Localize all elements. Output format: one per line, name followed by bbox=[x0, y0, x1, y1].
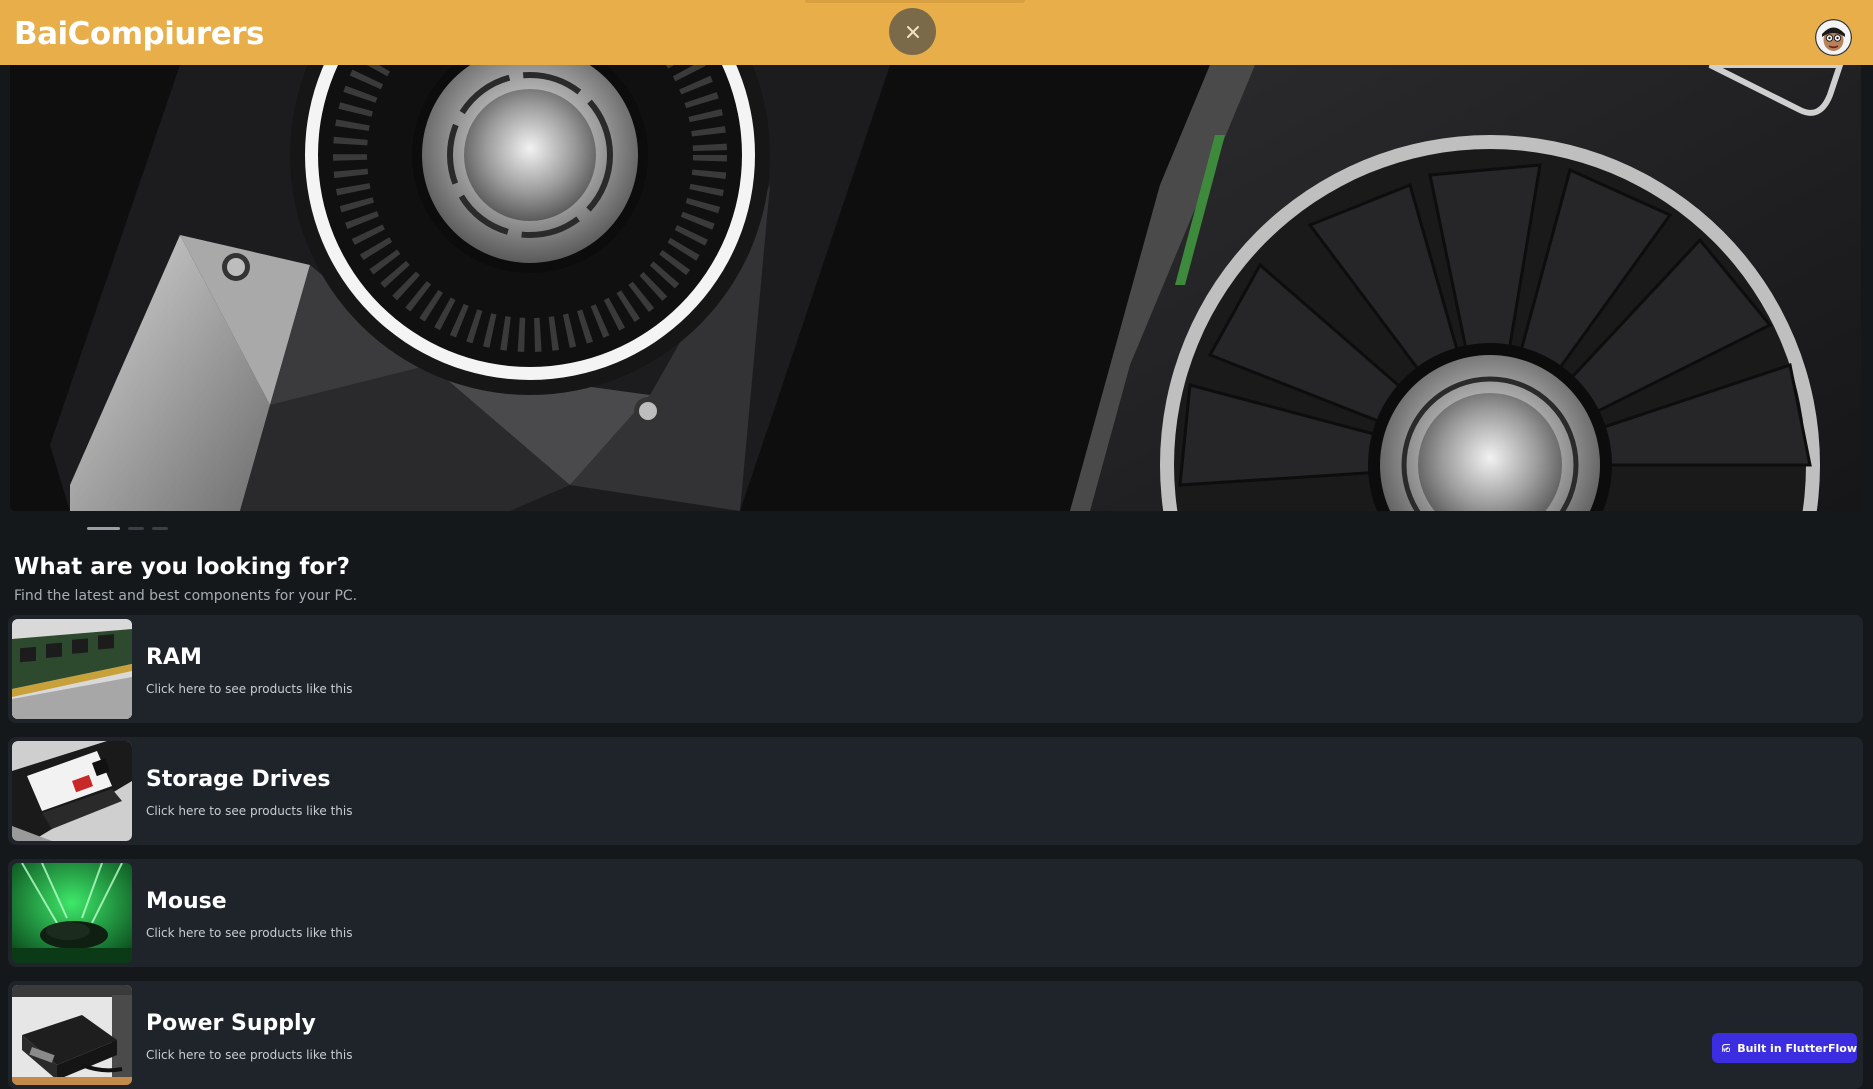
close-button[interactable] bbox=[889, 8, 936, 55]
carousel-dot-3[interactable] bbox=[152, 526, 168, 530]
flutterflow-icon bbox=[1722, 1044, 1731, 1052]
ssd-image bbox=[12, 741, 132, 841]
category-description: Click here to see products like this bbox=[146, 1048, 353, 1062]
category-description: Click here to see products like this bbox=[146, 682, 353, 696]
ram-stick-image bbox=[12, 619, 132, 719]
category-description: Click here to see products like this bbox=[146, 804, 353, 818]
section-title: What are you looking for? bbox=[14, 554, 350, 580]
power-supply-image bbox=[12, 985, 132, 1085]
close-icon bbox=[906, 25, 919, 38]
category-card-power-supply[interactable]: Power Supply Click here to see products … bbox=[8, 981, 1863, 1089]
carousel-dot-2[interactable] bbox=[128, 526, 144, 530]
carousel-indicator bbox=[87, 526, 168, 530]
category-card-storage-drives[interactable]: Storage Drives Click here to see product… bbox=[8, 737, 1863, 845]
avatar-icon bbox=[1815, 19, 1852, 56]
user-avatar[interactable] bbox=[1815, 19, 1852, 56]
category-name: Storage Drives bbox=[146, 767, 331, 792]
gaming-mouse-image bbox=[12, 863, 132, 963]
app-title: BaiCompiurers bbox=[14, 16, 264, 52]
graphics-card-image bbox=[10, 65, 1861, 511]
carousel-dot-1[interactable] bbox=[87, 526, 120, 530]
app-bar: BaiCompiurers bbox=[0, 0, 1873, 65]
category-card-ram[interactable]: RAM Click here to see products like this bbox=[8, 615, 1863, 723]
category-description: Click here to see products like this bbox=[146, 926, 353, 940]
category-card-mouse[interactable]: Mouse Click here to see products like th… bbox=[8, 859, 1863, 967]
built-in-flutterflow-badge[interactable]: Built in FlutterFlow bbox=[1712, 1033, 1857, 1063]
top-drag-handle[interactable] bbox=[805, 0, 1025, 3]
badge-label: Built in FlutterFlow bbox=[1737, 1041, 1857, 1055]
hero-carousel-image[interactable] bbox=[10, 65, 1861, 511]
category-name: Mouse bbox=[146, 889, 227, 914]
category-name: Power Supply bbox=[146, 1011, 316, 1036]
category-name: RAM bbox=[146, 645, 202, 670]
section-subtitle: Find the latest and best components for … bbox=[14, 588, 358, 604]
